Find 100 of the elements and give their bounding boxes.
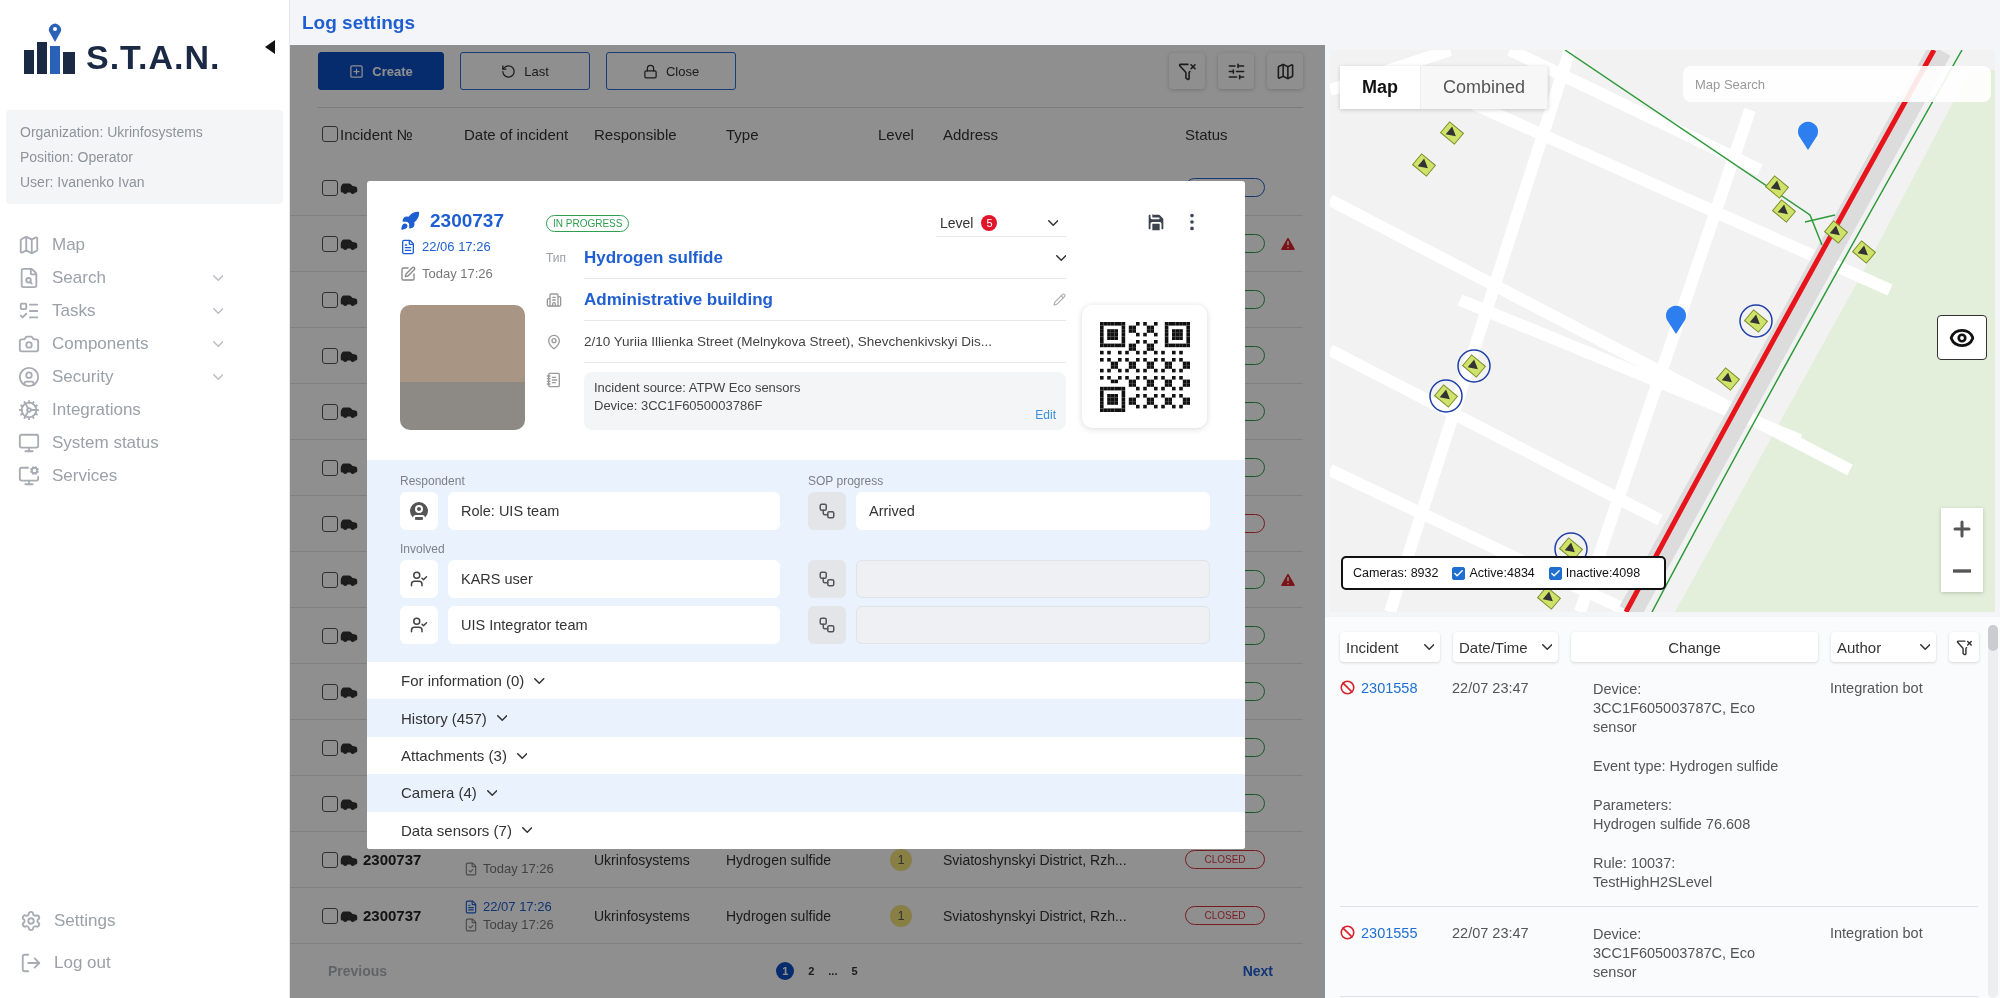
- select-all-checkbox[interactable]: [322, 126, 338, 142]
- clear-filter-button[interactable]: [1169, 53, 1205, 89]
- row-checkbox[interactable]: [322, 403, 338, 420]
- filter-clear-icon: [1955, 638, 1973, 656]
- involved-field[interactable]: UIS Integrator team: [448, 606, 780, 644]
- page-link[interactable]: 5: [845, 962, 864, 980]
- scrollbar[interactable]: [1988, 625, 1998, 998]
- zoom-in-button[interactable]: [1941, 508, 1983, 550]
- incident-link[interactable]: 2301558: [1361, 680, 1418, 696]
- level-badge: 1: [890, 904, 912, 927]
- row-checkbox[interactable]: [322, 907, 338, 924]
- close-button[interactable]: Close: [606, 52, 736, 90]
- camera-filter-checkbox[interactable]: Active:4834: [1452, 566, 1535, 580]
- workflow-icon: [818, 570, 836, 588]
- next-link[interactable]: Next: [1242, 963, 1273, 979]
- page-link[interactable]: 1: [776, 962, 795, 980]
- row-checkbox[interactable]: [322, 795, 338, 812]
- sop-progress-field[interactable]: Arrived: [856, 492, 1210, 530]
- column-header-button[interactable]: Author: [1831, 632, 1936, 662]
- checkbox[interactable]: [1548, 566, 1562, 580]
- user-info-text: User: Ivanenko Ivan: [20, 174, 146, 190]
- ban-icon: [1340, 925, 1355, 940]
- document-icon: [464, 899, 478, 914]
- plus-icon: [349, 63, 365, 79]
- page-title: Log settings: [302, 11, 415, 34]
- page-link[interactable]: 2: [802, 962, 821, 980]
- section-toggle[interactable]: Camera (4): [367, 774, 1245, 812]
- row-checkbox[interactable]: [322, 347, 338, 364]
- incident-link[interactable]: 2301555: [1361, 925, 1418, 941]
- note-text: Device: 3CC1F6050003786F: [594, 398, 764, 413]
- address-text: 2/10 Yuriia Illienka Street (Melnykova Street), Shevchenkivskyi Dis...: [584, 334, 992, 349]
- column-header[interactable]: Responsible: [594, 125, 677, 143]
- row-checkbox[interactable]: [322, 739, 338, 756]
- change-text: Event type: Hydrogen sulfide: [1593, 757, 1780, 776]
- cog-icon: [18, 398, 40, 421]
- table-row[interactable]: 2300737 22/07 17:26 Today 17:26 Ukrinfosystems Hydrogen sulfide 1 Sviatoshynskyi District, Rzh... CLOSED: [290, 888, 1303, 944]
- map-tab[interactable]: Combined: [1421, 66, 1549, 109]
- map-search-field[interactable]: Map Search: [1683, 66, 1991, 102]
- author-text: Integration bot: [1830, 680, 1924, 698]
- type-value: Hydrogen sulfide: [584, 247, 723, 268]
- row-checkbox[interactable]: [322, 179, 338, 196]
- column-header-button[interactable]: Incident: [1340, 632, 1440, 662]
- column-header[interactable]: Level: [878, 125, 914, 143]
- involved-field[interactable]: KARS user: [448, 560, 780, 598]
- type-label: Тип: [546, 251, 567, 265]
- respondent-field[interactable]: Role: UIS team: [448, 492, 780, 530]
- incident-number: 2300737: [363, 851, 422, 868]
- notes-icon: [546, 372, 562, 388]
- type-select[interactable]: Hydrogen sulfide: [584, 237, 1066, 279]
- level-select[interactable]: Level 5: [936, 209, 1066, 237]
- workflow-icon: [818, 502, 836, 520]
- visibility-button[interactable]: [1937, 315, 1987, 360]
- user-icon: [18, 365, 40, 388]
- responsible-text: Ukrinfosystems: [594, 851, 691, 868]
- row-checkbox[interactable]: [322, 571, 338, 588]
- row-checkbox[interactable]: [322, 291, 338, 308]
- map-icon: [18, 233, 40, 256]
- edit-link[interactable]: Edit: [1035, 408, 1056, 422]
- column-header[interactable]: Address: [943, 125, 999, 143]
- document-check-icon: [464, 917, 478, 932]
- last-button[interactable]: Last: [460, 52, 590, 90]
- collapse-icon[interactable]: [265, 40, 275, 54]
- settings-icon: [20, 910, 42, 932]
- column-header[interactable]: Date of incident: [464, 125, 569, 143]
- check-icon: [1453, 567, 1465, 579]
- row-checkbox[interactable]: [322, 515, 338, 532]
- row-checkbox[interactable]: [322, 627, 338, 644]
- column-header-button[interactable]: Change: [1571, 632, 1818, 662]
- undo-icon: [501, 63, 517, 79]
- section-toggle[interactable]: History (457): [367, 699, 1245, 737]
- incident-id: 2300737: [430, 210, 504, 232]
- camera-count: Cameras: 8932: [1353, 566, 1439, 580]
- change-text: Rule: 10037: TestHighH2SLevel: [1593, 854, 1714, 892]
- logo-icon: [22, 22, 78, 76]
- checkbox[interactable]: [1452, 566, 1466, 580]
- row-checkbox[interactable]: [322, 459, 338, 476]
- type-text: Hydrogen sulfide: [726, 907, 833, 924]
- map-view-button[interactable]: [1267, 53, 1303, 89]
- create-button[interactable]: Create: [318, 52, 444, 90]
- clear-filter-button[interactable]: [1949, 632, 1979, 662]
- map-icon: [1275, 61, 1295, 81]
- address-text: Sviatoshynskyi District, Rzh...: [943, 851, 1128, 868]
- zoom-out-button[interactable]: [1941, 550, 1983, 592]
- user-icon: [407, 499, 431, 523]
- level-badge: 1: [890, 848, 912, 871]
- column-header[interactable]: Type: [726, 125, 759, 143]
- settings-button[interactable]: [1218, 53, 1254, 89]
- level-value: 5: [981, 214, 998, 231]
- row-checkbox[interactable]: [322, 683, 338, 700]
- column-header-button[interactable]: Date/Time: [1453, 632, 1558, 662]
- column-header[interactable]: Status: [1185, 125, 1228, 143]
- row-checkbox[interactable]: [322, 235, 338, 252]
- column-header[interactable]: Incident №: [340, 125, 413, 143]
- ban-icon: [1340, 680, 1355, 695]
- map-tab[interactable]: Map: [1340, 66, 1421, 109]
- save-icon[interactable]: [1145, 211, 1167, 233]
- user-info-text: Position: Operator: [20, 149, 134, 165]
- row-checkbox[interactable]: [322, 851, 338, 868]
- workflow-icon: [818, 616, 836, 634]
- camera-filter-checkbox[interactable]: Inactive:4098: [1548, 566, 1641, 580]
